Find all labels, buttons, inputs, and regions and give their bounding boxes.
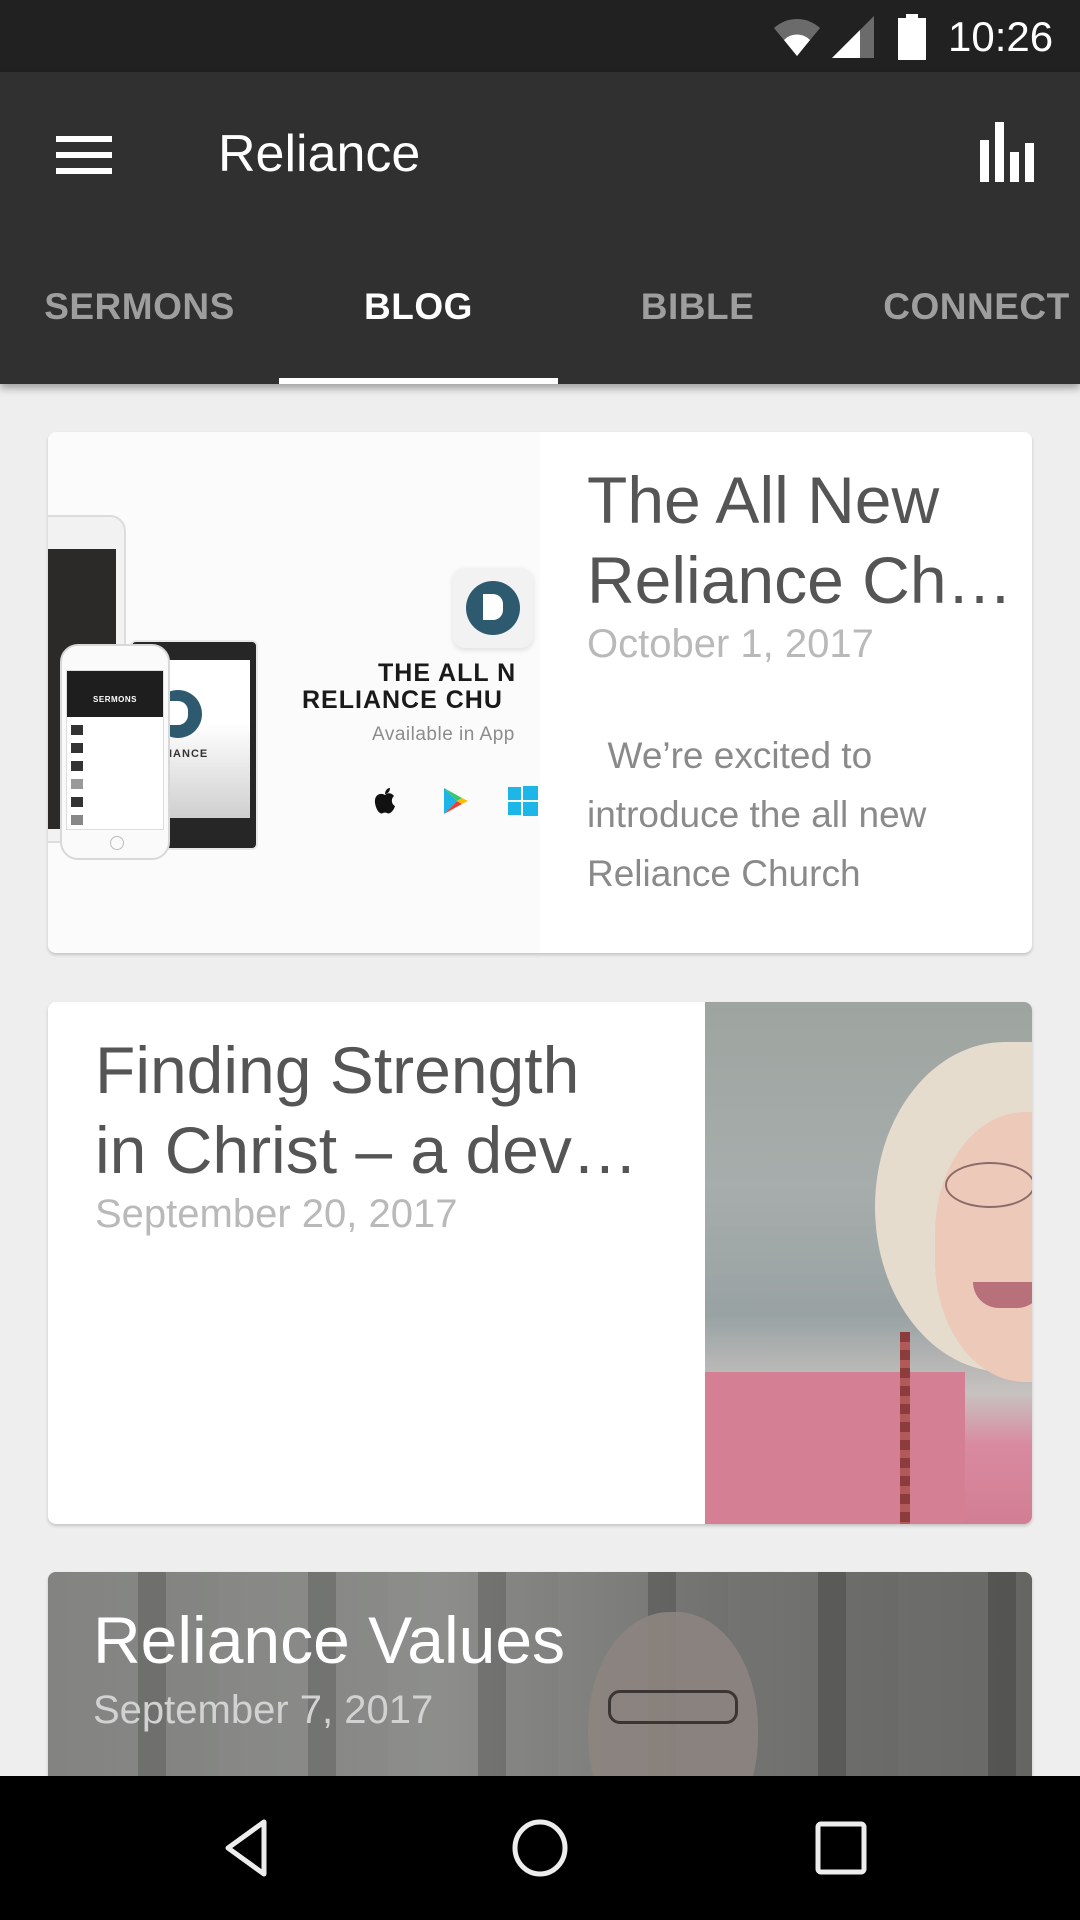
home-icon <box>512 1819 568 1877</box>
post-title: The All New Reliance Ch… <box>587 460 1013 620</box>
apple-icon <box>374 788 395 814</box>
post-excerpt-line: Reliance Church <box>587 853 861 894</box>
windows-icon <box>508 786 538 816</box>
home-button[interactable] <box>480 1800 600 1896</box>
app-bar: Reliance SERMONS BLOG BIBLE CONNECT <box>0 72 1080 384</box>
blog-card[interactable]: Finding Strength in Christ – a dev… Sept… <box>48 1002 1032 1524</box>
post-date: October 1, 2017 <box>587 622 874 666</box>
battery-icon <box>898 14 926 60</box>
reliance-logo-icon <box>453 568 533 648</box>
post-title-line: Finding Strength <box>95 1033 580 1107</box>
promo-headline-2: RELIANCE CHU <box>302 686 503 714</box>
post-excerpt-line: introduce the all new <box>587 794 927 835</box>
back-icon <box>225 1819 267 1877</box>
tab-sermons[interactable]: SERMONS <box>0 235 279 384</box>
post-date: September 7, 2017 <box>93 1688 434 1732</box>
status-time: 10:26 <box>948 13 1054 60</box>
tab-bar: SERMONS BLOG BIBLE CONNECT <box>0 235 1080 384</box>
google-play-icon <box>444 788 468 814</box>
cell-signal-icon <box>832 16 874 58</box>
tab-connect[interactable]: CONNECT <box>837 235 1080 384</box>
post-title-line: in Christ – a dev… <box>95 1113 638 1187</box>
stats-button[interactable] <box>964 112 1052 200</box>
post-title: Reliance Values <box>93 1603 566 1677</box>
app-title: Reliance <box>218 125 421 183</box>
tab-indicator <box>279 378 558 384</box>
post-title: Finding Strength in Christ – a dev… <box>95 1030 695 1190</box>
recents-icon <box>815 1821 867 1875</box>
iphone-mockup: SERMONS <box>60 644 170 860</box>
promo-headline-1: THE ALL N <box>378 659 517 687</box>
post-excerpt-line: We’re excited to <box>587 735 873 776</box>
post-excerpt: We’re excited to introduce the all new R… <box>587 726 1007 903</box>
tab-blog[interactable]: BLOG <box>279 235 558 384</box>
post-title-line: Reliance Ch… <box>587 543 1013 617</box>
recents-button[interactable] <box>780 1800 900 1896</box>
post-date: September 20, 2017 <box>95 1192 458 1236</box>
menu-button[interactable] <box>40 118 128 206</box>
post-title-line: The All New <box>587 463 940 537</box>
wifi-icon <box>774 19 820 56</box>
back-button[interactable] <box>180 1800 300 1896</box>
status-bar: 10:26 <box>0 0 1080 72</box>
promo-subline: Available in App <box>372 724 515 745</box>
blog-list[interactable]: RELIANCE SERMONS THE ALL N RELIANCE CHU … <box>0 384 1080 1776</box>
system-nav-bar <box>0 1776 1080 1920</box>
blog-card[interactable]: Reliance Values September 7, 2017 <box>48 1572 1032 1776</box>
blog-card[interactable]: RELIANCE SERMONS THE ALL N RELIANCE CHU … <box>48 432 1032 953</box>
tab-bible[interactable]: BIBLE <box>558 235 837 384</box>
post-thumbnail <box>705 1002 1032 1524</box>
phone-header-text: SERMONS <box>93 695 137 704</box>
post-thumbnail: RELIANCE SERMONS THE ALL N RELIANCE CHU … <box>48 432 540 953</box>
